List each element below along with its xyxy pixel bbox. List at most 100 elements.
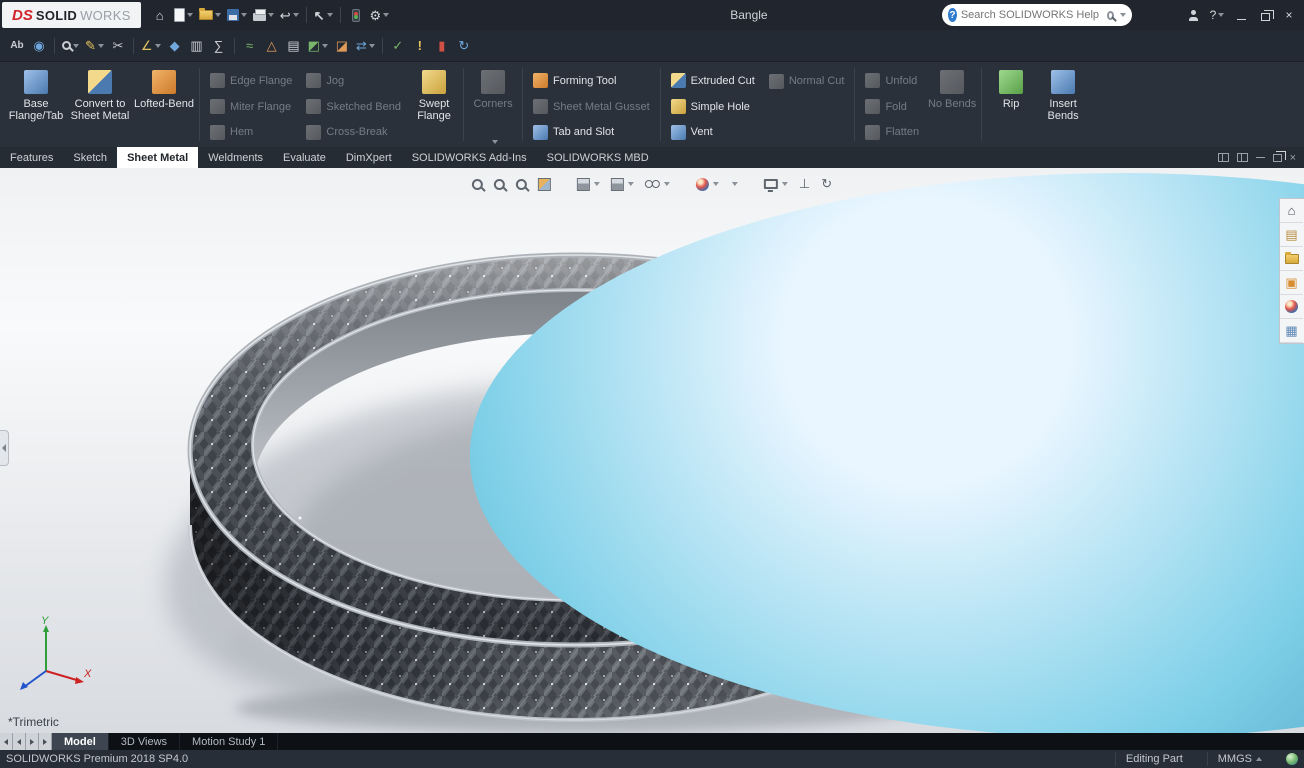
graphics-viewport[interactable]: ⊥ ↻ ⌂ ▤ ▣ ▦ Y X *Trimetric [0, 168, 1304, 733]
units-selector[interactable]: MMGS [1206, 752, 1272, 766]
lofted-bend-button[interactable]: Lofted-Bend [132, 64, 196, 145]
login-button[interactable] [1182, 3, 1204, 27]
ribbon-restore-icon[interactable] [1272, 150, 1286, 162]
tab-evaluate[interactable]: Evaluate [273, 147, 336, 168]
taskpane-home-button[interactable]: ⌂ [1280, 199, 1303, 223]
fold-button[interactable]: Fold [858, 94, 926, 120]
check-entity-button[interactable]: ✓ [387, 34, 409, 58]
search-icon[interactable] [1106, 10, 1114, 20]
base-flange-button[interactable]: Base Flange/Tab [4, 64, 68, 145]
extruded-cut-button[interactable]: Extruded Cut [664, 68, 762, 94]
zoom-to-area-button[interactable] [492, 173, 507, 195]
vent-button[interactable]: Vent [664, 119, 762, 145]
comment-button[interactable]: ✎ [82, 34, 107, 58]
tab-solidworks-mbd[interactable]: SOLIDWORKS MBD [537, 147, 659, 168]
tab-and-slot-button[interactable]: Tab and Slot [526, 119, 657, 145]
measure-button[interactable]: ∠ [138, 34, 164, 58]
insert-bends-button[interactable]: Insert Bends [1037, 64, 1089, 145]
corners-flyout-caret[interactable] [492, 140, 499, 144]
simple-hole-button[interactable]: Simple Hole [664, 94, 762, 120]
print-button[interactable] [250, 3, 277, 27]
ribbon-minimize-icon[interactable] [1255, 157, 1265, 158]
tab-scroll-right-button[interactable] [26, 733, 39, 750]
pack-and-go-button[interactable]: ↻ [453, 34, 475, 58]
sheet-metal-gusset-button[interactable]: Sheet Metal Gusset [526, 94, 657, 120]
forming-tool-button[interactable]: Forming Tool [526, 68, 657, 94]
zebra-stripes-button[interactable]: ▤ [283, 34, 305, 58]
equations-button[interactable]: ∑ [208, 34, 230, 58]
options-button[interactable]: ⚙ [367, 3, 393, 27]
tab-solidworks-add-ins[interactable]: SOLIDWORKS Add-Ins [402, 147, 537, 168]
section-view-button[interactable] [536, 173, 553, 195]
save-button[interactable] [224, 3, 250, 27]
previous-view-button[interactable] [514, 173, 529, 195]
compare-documents-button[interactable]: ⇄ [353, 34, 378, 58]
rip-button[interactable]: Rip [985, 64, 1037, 145]
3d-drawing-view-button[interactable]: ⊥ [797, 173, 812, 195]
draft-analysis-button[interactable]: ◩ [305, 34, 331, 58]
mass-properties-button[interactable]: ◆ [164, 34, 186, 58]
corners-button[interactable]: Corners [467, 64, 519, 145]
hem-button[interactable]: Hem [203, 119, 299, 145]
view-palette-button[interactable]: ▣ [1280, 271, 1303, 295]
sketched-bend-button[interactable]: Sketched Bend [299, 94, 408, 120]
home-button[interactable]: ⌂ [149, 3, 171, 27]
restore-button[interactable] [1254, 3, 1276, 27]
undo-button[interactable]: ↩ [277, 3, 302, 27]
import-diagnostics-button[interactable]: ! [409, 34, 431, 58]
appearances-button[interactable] [1280, 295, 1303, 319]
flatten-button[interactable]: Flatten [858, 119, 926, 145]
trim-button[interactable]: ✂ [107, 34, 129, 58]
display-style-button[interactable] [609, 173, 636, 195]
tab-sketch[interactable]: Sketch [63, 147, 117, 168]
motion-study-tab[interactable]: Motion Study 1 [180, 733, 279, 750]
custom-properties-button[interactable]: ▦ [1280, 319, 1303, 343]
select-button[interactable]: ↖ [311, 3, 336, 27]
tab-scroll-last-button[interactable] [39, 733, 52, 750]
search-scope-caret[interactable] [1120, 13, 1126, 17]
feature-manager-collapse-tab[interactable] [0, 430, 9, 466]
model-tab[interactable]: Model [52, 733, 109, 750]
spell-checker-button[interactable]: Ab [6, 34, 28, 58]
miter-flange-button[interactable]: Miter Flange [203, 94, 299, 120]
select-magnifier-button[interactable] [59, 34, 82, 58]
tab-sheet-metal[interactable]: Sheet Metal [117, 147, 199, 168]
tab-features[interactable]: Features [0, 147, 63, 168]
unfold-button[interactable]: Unfold [858, 68, 926, 94]
convert-to-sheet-metal-button[interactable]: Convert to Sheet Metal [68, 64, 132, 145]
apply-scene-button[interactable] [469, 173, 1304, 733]
design-binder-button[interactable]: ◉ [28, 34, 50, 58]
close-button[interactable]: × [1278, 3, 1300, 27]
design-library-button[interactable]: ▤ [1280, 223, 1303, 247]
cross-break-button[interactable]: Cross-Break [299, 119, 408, 145]
jog-button[interactable]: Jog [299, 68, 408, 94]
material-button[interactable]: ▮ [431, 34, 453, 58]
rebuild-button[interactable] [345, 3, 367, 27]
search-input[interactable] [960, 9, 1103, 21]
view-orientation-button[interactable] [575, 173, 602, 195]
tab-weldments[interactable]: Weldments [198, 147, 273, 168]
3d-views-tab[interactable]: 3D Views [109, 733, 181, 750]
rotate-view-button[interactable]: ↻ [819, 173, 834, 195]
edit-appearance-button[interactable] [694, 173, 721, 195]
zoom-to-fit-button[interactable] [470, 173, 485, 195]
help-button[interactable]: ? [1206, 3, 1228, 27]
tab-dimxpert[interactable]: DimXpert [336, 147, 402, 168]
no-bends-button[interactable]: No Bends [926, 64, 978, 145]
new-document-button[interactable] [171, 3, 196, 27]
ribbon-close-icon[interactable]: × [1290, 152, 1296, 164]
pane-previous-icon[interactable] [1217, 153, 1229, 162]
deviation-analysis-button[interactable]: △ [261, 34, 283, 58]
view-settings-button[interactable] [762, 173, 790, 195]
tab-scroll-first-button[interactable] [0, 733, 13, 750]
globe-icon[interactable] [1286, 753, 1298, 765]
swept-flange-button[interactable]: Swept Flange [408, 64, 460, 145]
pane-next-icon[interactable] [1236, 153, 1248, 162]
section-properties-button[interactable]: ▥ [186, 34, 208, 58]
tab-scroll-left-button[interactable] [13, 733, 26, 750]
minimize-button[interactable] [1230, 3, 1252, 27]
hide-show-items-button[interactable] [643, 173, 672, 195]
thickness-analysis-button[interactable]: ◪ [331, 34, 353, 58]
normal-cut-button[interactable]: Normal Cut [762, 68, 852, 94]
file-explorer-button[interactable] [1280, 247, 1303, 271]
